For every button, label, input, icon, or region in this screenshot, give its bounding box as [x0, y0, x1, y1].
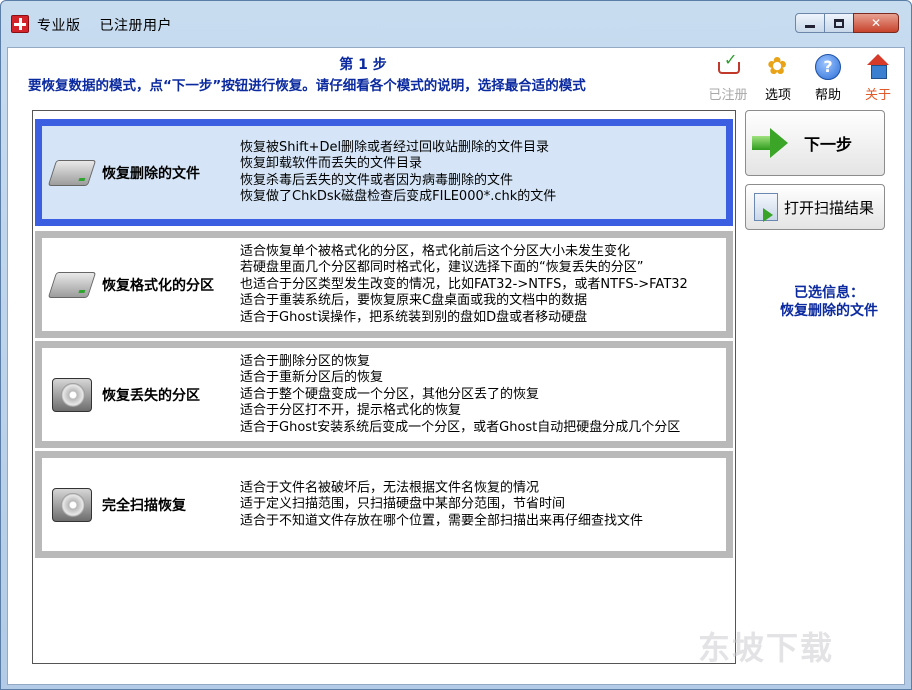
mode-recover-deleted[interactable]: 恢复删除的文件 恢复被Shift+Del删除或者经过回收站删除的文件目录 恢复卸…	[35, 119, 733, 226]
mode-description-line: 适合于文件名被破坏后，无法根据文件名恢复的情况	[240, 479, 540, 495]
mode-name: 恢复删除的文件	[102, 165, 200, 182]
mode-description-line: 适合于不知道文件存放在哪个位置，需要全部扫描出来再仔细查找文件	[240, 512, 644, 528]
mode-description-line: 适合于Ghost误操作，把系统装到别的盘如D盘或者移动硬盘	[240, 309, 588, 325]
mode-description-line: 适于定义扫描范围，只扫描硬盘中某部分范围，节省时间	[240, 496, 566, 512]
mode-description-line: 若硬盘里面几个分区都同时格式化，建议选择下面的“恢复丢失的分区”	[240, 259, 644, 275]
mode-name: 恢复格式化的分区	[102, 277, 214, 294]
mode-description-line: 适合于删除分区的恢复	[240, 353, 371, 369]
hard-drive-icon	[47, 271, 97, 298]
window-controls: ✕	[795, 13, 899, 33]
mode-card: 恢复丢失的分区 适合于删除分区的恢复 适合于重新分区后的恢复 适合于整个硬盘变成…	[42, 348, 726, 441]
registration-label: 已注册用户	[99, 18, 172, 34]
mode-description-line: 恢复卸载软件而丢失的文件目录	[240, 156, 423, 171]
mode-recover-lost-partition[interactable]: 恢复丢失的分区 适合于删除分区的恢复 适合于重新分区后的恢复 适合于整个硬盘变成…	[35, 341, 733, 448]
minimize-button[interactable]	[795, 13, 825, 33]
mode-description: 适合于删除分区的恢复 适合于重新分区后的恢复 适合于整个硬盘变成一个分区，其他分…	[240, 353, 680, 436]
open-scan-results-button[interactable]: 打开扫描结果	[745, 184, 885, 230]
mode-card: 恢复删除的文件 恢复被Shift+Del删除或者经过回收站删除的文件目录 恢复卸…	[42, 126, 726, 219]
registered-button[interactable]: 已注册	[703, 50, 753, 103]
mode-name: 恢复丢失的分区	[102, 387, 200, 404]
app-cross-icon	[11, 15, 29, 33]
home-icon	[865, 54, 891, 80]
hard-drive-platter-icon	[52, 487, 92, 522]
about-button[interactable]: 关于	[853, 54, 903, 103]
mode-description-line: 适合于重装系统后，要恢复原来C盘桌面或我的文档中的数据	[240, 292, 588, 308]
mode-description-line: 适合于分区打不开，提示格式化的恢复	[240, 402, 462, 418]
options-button[interactable]: 选项	[753, 52, 803, 103]
mode-description-line: 适合于Ghost安装系统后变成一个分区，或者Ghost自动把硬盘分成几个分区	[240, 419, 681, 435]
mode-description-line: 也适合于分区类型发生改变的情况，比如FAT32->NTFS，或者NTFS->FA…	[240, 276, 688, 292]
mode-recover-formatted[interactable]: 恢复格式化的分区 适合恢复单个被格式化的分区，格式化前后这个分区大小未发生变化 …	[35, 231, 733, 338]
green-arrow-icon	[752, 128, 790, 158]
close-button[interactable]: ✕	[853, 13, 899, 33]
step-title: 第 1 步	[339, 57, 387, 73]
help-icon	[815, 54, 841, 80]
mode-full-scan[interactable]: 完全扫描恢复 适合于文件名被破坏后，无法根据文件名恢复的情况 适于定义扫描范围，…	[35, 451, 733, 558]
mode-description-line: 恢复被Shift+Del删除或者经过回收站删除的文件目录	[240, 139, 550, 155]
selection-info-value: 恢复删除的文件	[780, 303, 878, 319]
maximize-icon	[834, 18, 844, 28]
mode-description-line: 适合恢复单个被格式化的分区，格式化前后这个分区大小未发生变化	[240, 243, 631, 259]
cart-check-icon	[715, 50, 741, 80]
maximize-button[interactable]	[824, 13, 854, 33]
selection-info-label: 已选信息：	[794, 285, 864, 301]
watermark: 东坡下载	[698, 629, 835, 667]
toolbar: 已注册 选项 帮助 关于	[703, 50, 903, 103]
next-step-label: 下一步	[804, 135, 853, 154]
minimize-icon	[805, 25, 815, 28]
help-label: 帮助	[814, 88, 841, 103]
mode-name: 完全扫描恢复	[102, 497, 186, 514]
step-description: 要恢复数据的模式，点“下一步”按钮进行恢复。请仔细看各个模式的说明，选择最合适的…	[28, 78, 586, 94]
selection-info: 已选信息： 恢复删除的文件	[745, 284, 912, 320]
mode-description-line: 适合于重新分区后的恢复	[240, 369, 384, 385]
app-window: 专业版 已注册用户 ✕ 第 1 步 要恢复数据的模式，点“下一步”按钮进行恢复。…	[0, 0, 912, 690]
registered-label: 已注册	[708, 88, 748, 103]
mode-description: 适合于文件名被破坏后，无法根据文件名恢复的情况 适于定义扫描范围，只扫描硬盘中某…	[240, 480, 643, 530]
mode-card: 恢复格式化的分区 适合恢复单个被格式化的分区，格式化前后这个分区大小未发生变化 …	[42, 238, 726, 331]
window-title: 专业版 已注册用户	[37, 15, 186, 35]
help-button[interactable]: 帮助	[803, 54, 853, 103]
open-file-icon	[754, 193, 778, 222]
mode-card: 完全扫描恢复 适合于文件名被破坏后，无法根据文件名恢复的情况 适于定义扫描范围，…	[42, 458, 726, 551]
edition-label: 专业版	[37, 18, 81, 34]
mode-description: 适合恢复单个被格式化的分区，格式化前后这个分区大小未发生变化 若硬盘里面几个分区…	[240, 243, 688, 326]
mode-description-line: 恢复杀毒后丢失的文件或者因为病毒删除的文件	[240, 172, 514, 188]
mode-description-line: 适合于整个硬盘变成一个分区，其他分区丢了的恢复	[240, 386, 540, 402]
client-area: 第 1 步 要恢复数据的模式，点“下一步”按钮进行恢复。请仔细看各个模式的说明，…	[7, 47, 905, 685]
next-step-button[interactable]: 下一步	[745, 110, 885, 176]
gear-icon	[765, 52, 791, 80]
mode-list: 恢复删除的文件 恢复被Shift+Del删除或者经过回收站删除的文件目录 恢复卸…	[32, 110, 736, 664]
hard-drive-icon	[47, 159, 97, 186]
mode-description: 恢复被Shift+Del删除或者经过回收站删除的文件目录 恢复卸载软件而丢失的文…	[240, 140, 556, 206]
mode-description-line: 恢复做了ChkDsk磁盘检查后变成FILE000*.chk的文件	[240, 189, 557, 204]
about-label: 关于	[864, 88, 891, 103]
options-label: 选项	[764, 88, 791, 103]
open-scan-results-label: 打开扫描结果	[784, 198, 875, 217]
hard-drive-platter-icon	[52, 377, 92, 412]
title-bar[interactable]: 专业版 已注册用户 ✕	[1, 1, 911, 47]
close-icon: ✕	[870, 16, 882, 30]
